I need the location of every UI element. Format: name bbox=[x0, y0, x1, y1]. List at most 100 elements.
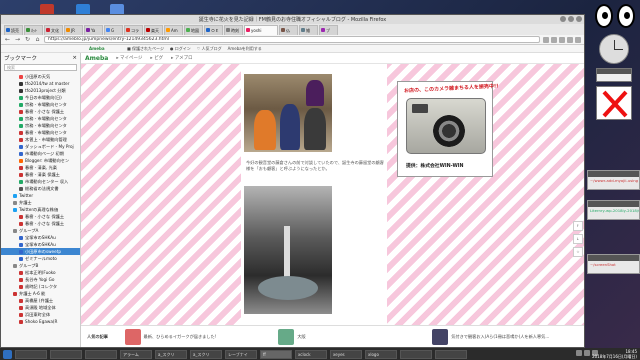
taskbar-item[interactable]: a_スクリ bbox=[190, 349, 222, 359]
taskbar-item[interactable]: アラーム bbox=[120, 349, 152, 359]
reload-icon[interactable]: ↻ bbox=[24, 36, 31, 43]
bookmark-item[interactable]: ダッシュボード - My Proj bbox=[1, 143, 80, 150]
tab[interactable]: yoshi bbox=[244, 25, 278, 35]
taskbar-item[interactable] bbox=[435, 349, 467, 359]
bookmark-item[interactable]: Blogger: 市場動向セン bbox=[1, 157, 80, 164]
bookmark-item[interactable]: tfo2013project 分類 bbox=[1, 87, 80, 94]
tray-volume-icon[interactable] bbox=[584, 350, 590, 356]
taskbar-item[interactable] bbox=[85, 349, 117, 359]
ameba-toolbar-item[interactable]: ♡ 人気ブログ bbox=[197, 46, 222, 52]
ameba-nav-link[interactable]: ▸ アメブロ bbox=[171, 55, 192, 61]
tab[interactable]: ﾈｯﾄ bbox=[24, 25, 43, 35]
taskbar-item[interactable]: xclock bbox=[295, 349, 327, 359]
taskbar-item[interactable] bbox=[15, 349, 47, 359]
bookmark-item[interactable]: 松本正明(Fuoko bbox=[1, 269, 80, 276]
bookmark-item[interactable]: 春樹 - 清楽 保護土 bbox=[1, 171, 80, 178]
ameba-toolbar-item[interactable]: ■ 保護されたページ bbox=[127, 46, 164, 52]
bookmark-item[interactable]: グループA bbox=[1, 227, 80, 234]
minimize-icon[interactable] bbox=[560, 16, 566, 22]
maximize-icon[interactable] bbox=[568, 16, 574, 22]
terminal-note[interactable]: ~/screenShot bbox=[587, 254, 640, 274]
bookmark-item[interactable]: 宗務 - 市場動向センタ bbox=[1, 101, 80, 108]
bookmark-item[interactable]: 高須殿 地域全体 bbox=[1, 304, 80, 311]
camera-ad[interactable]: お店の、このカメラ雑まちる人を振売中!! 提供：株式会社WIN-WIN bbox=[397, 81, 499, 177]
ameba-logo[interactable]: Ameba bbox=[85, 55, 108, 62]
sidebar-close-icon[interactable]: × bbox=[72, 55, 77, 61]
forward-icon[interactable]: → bbox=[14, 36, 21, 43]
sidebar-search-input[interactable]: 検索 bbox=[4, 64, 77, 71]
terminal-note[interactable]: ~/wwwr-add-myojii-using # bbox=[587, 170, 640, 190]
bookmark-item[interactable]: 春樹 - 小さな 保護土 bbox=[1, 108, 80, 115]
home-icon[interactable]: ⌂ bbox=[34, 36, 41, 43]
bookmark-item[interactable]: Shoko Egawa(R bbox=[1, 318, 80, 325]
tray-network-icon[interactable] bbox=[576, 350, 582, 356]
library-icon[interactable] bbox=[559, 36, 565, 43]
terminal-note[interactable]: Liternry-wp-2018ly-2018/C bbox=[587, 200, 640, 220]
start-menu-icon[interactable] bbox=[3, 349, 12, 359]
bookmark-star-icon[interactable] bbox=[543, 36, 549, 43]
bookmark-item[interactable]: 春樹 - 小さな 保護土 bbox=[1, 213, 80, 220]
tab[interactable]: Ya bbox=[84, 25, 103, 35]
bookmark-item[interactable]: Twitterの真理な株価 bbox=[1, 206, 80, 213]
page-tool-button[interactable]: ↓ bbox=[573, 234, 583, 244]
taskbar-item[interactable] bbox=[50, 349, 82, 359]
bookmark-item[interactable]: 総務省の法規文書 bbox=[1, 185, 80, 192]
bookmark-item[interactable]: 高橋屋 (弁護士 bbox=[1, 297, 80, 304]
taskbar-item[interactable]: xeyes bbox=[330, 349, 362, 359]
bookmark-item[interactable]: 春樹 - 小さな 保護土 bbox=[1, 220, 80, 227]
sidebar-icon[interactable] bbox=[567, 36, 573, 43]
bookmark-item[interactable]: tfo2014/tw at master bbox=[1, 80, 80, 87]
tab[interactable]: G bbox=[104, 25, 123, 35]
bookmark-item[interactable]: 小田原の天気 bbox=[1, 73, 80, 80]
bookmark-item[interactable]: 宗務 - 市場動向センタ bbox=[1, 122, 80, 129]
taskbar-item[interactable]: レーブナイ bbox=[225, 349, 257, 359]
taskbar-item[interactable]: xlogo bbox=[365, 349, 397, 359]
tab[interactable]: 読売 bbox=[4, 25, 23, 35]
taskbar-item[interactable]: a_スクリ bbox=[155, 349, 187, 359]
back-icon[interactable]: ← bbox=[4, 36, 11, 43]
bookmark-item[interactable]: 木曽上 - 市場動向管理 bbox=[1, 136, 80, 143]
bookmark-item[interactable]: ゼミナールmoto bbox=[1, 255, 80, 262]
bookmark-item[interactable]: 弁護士 bbox=[1, 199, 80, 206]
tab[interactable]: コラ bbox=[124, 25, 143, 35]
popular-article[interactable]: 大阪 bbox=[278, 328, 426, 345]
bookmark-item[interactable]: 今日の市場動向(日) bbox=[1, 94, 80, 101]
taskbar-item[interactable]: ff bbox=[260, 349, 292, 359]
bookmark-item[interactable]: Twitter bbox=[1, 192, 80, 199]
download-icon[interactable] bbox=[551, 36, 557, 43]
bookmark-item[interactable]: 春樹 - 市場動向センタ bbox=[1, 129, 80, 136]
sidebar-title[interactable]: ブックマーク bbox=[4, 54, 37, 62]
tab[interactable]: 地図 bbox=[184, 25, 203, 35]
popular-article[interactable]: 気付きで観客お入(Aら(1冊は悲鳴か)人を新人寒気... bbox=[432, 328, 580, 345]
bookmark-item[interactable]: 歳時記 (コレクタ bbox=[1, 283, 80, 290]
bookmark-item[interactable]: 長谷寺 Yogi Go bbox=[1, 276, 80, 283]
tab[interactable]: 文化 bbox=[44, 25, 63, 35]
ameba-nav-link[interactable]: ▸ ピグ bbox=[150, 55, 163, 61]
tab[interactable]: 時刻 bbox=[224, 25, 243, 35]
bookmark-item[interactable]: 宝塚市のSHKAu bbox=[1, 234, 80, 241]
tab[interactable]: 楽天 bbox=[144, 25, 163, 35]
tab[interactable]: ＯＥ bbox=[204, 25, 223, 35]
bookmark-item[interactable]: 春樹 - 清楽, 光楽 bbox=[1, 164, 80, 171]
tab[interactable]: Am bbox=[164, 25, 183, 35]
page-tool-button[interactable]: ↑ bbox=[573, 221, 583, 231]
ameba-toolbar-item[interactable]: Amebaを利用する bbox=[228, 46, 262, 52]
mini-window[interactable] bbox=[596, 68, 632, 82]
taskbar-clock[interactable]: 18:45 2018年7月16日(月曜日) bbox=[592, 349, 637, 359]
close-icon[interactable] bbox=[576, 16, 582, 22]
bookmark-item[interactable]: 市場動向センター 収入 bbox=[1, 178, 80, 185]
bookmark-item[interactable]: グループB bbox=[1, 262, 80, 269]
bookmark-item[interactable]: 弁護士 A-6 能 bbox=[1, 290, 80, 297]
bookmark-item[interactable]: 宝塚市のSHKAu bbox=[1, 241, 80, 248]
menu-icon[interactable] bbox=[575, 36, 581, 43]
ameba-nav-link[interactable]: ▸ マイページ bbox=[116, 55, 142, 61]
tab[interactable]: ブ bbox=[319, 25, 338, 35]
page-tool-button[interactable]: ☆ bbox=[573, 247, 583, 257]
url-bar[interactable]: https://ameblo.jp/jumpnews/entry-1214934… bbox=[44, 36, 540, 43]
bookmark-item[interactable]: 宗務 - 市場動向センタ bbox=[1, 115, 80, 122]
ameba-brand[interactable]: Ameba bbox=[89, 46, 121, 51]
bookmark-item[interactable]: 浜田東町全体 bbox=[1, 311, 80, 318]
tab[interactable]: 雑 bbox=[299, 25, 318, 35]
bookmark-item[interactable]: 市場動向ページ 初期 bbox=[1, 150, 80, 157]
bookmark-item[interactable]: 小田原市のsweetp bbox=[1, 248, 80, 255]
